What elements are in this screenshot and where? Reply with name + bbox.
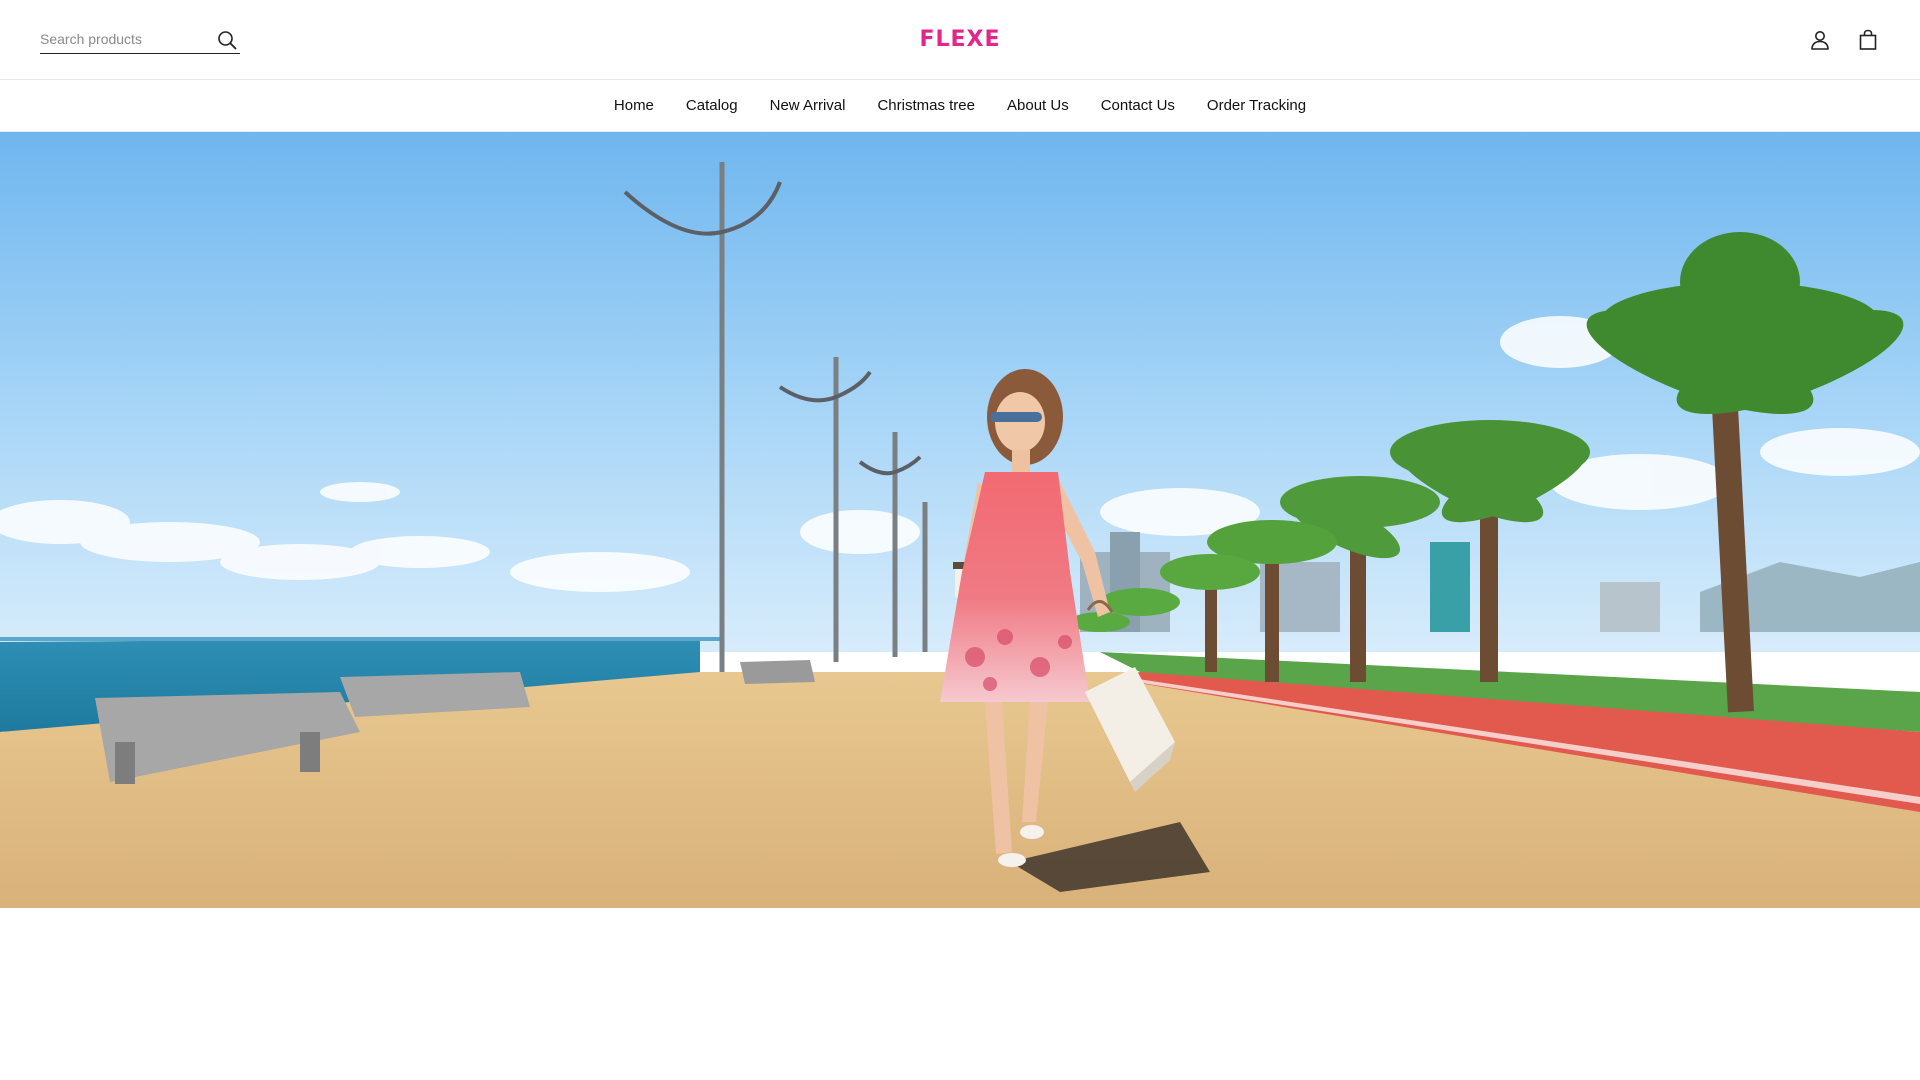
search-bar bbox=[40, 26, 240, 54]
nav-item-catalog[interactable]: Catalog bbox=[686, 97, 738, 114]
hero-banner[interactable] bbox=[0, 132, 1920, 908]
site-header: FLEXE bbox=[0, 0, 1920, 80]
hero-image bbox=[0, 132, 1920, 908]
nav-item-new-arrival[interactable]: New Arrival bbox=[770, 97, 846, 114]
main-navigation: Home Catalog New Arrival Christmas tree … bbox=[0, 80, 1920, 132]
shopping-bag-icon[interactable] bbox=[1856, 28, 1880, 52]
nav-item-home[interactable]: Home bbox=[614, 97, 654, 114]
user-icon[interactable] bbox=[1808, 28, 1832, 52]
nav-item-christmas-tree[interactable]: Christmas tree bbox=[877, 97, 975, 114]
site-logo[interactable]: FLEXE bbox=[860, 22, 1060, 58]
nav-item-contact-us[interactable]: Contact Us bbox=[1101, 97, 1175, 114]
search-input[interactable] bbox=[40, 28, 210, 50]
nav-item-order-tracking[interactable]: Order Tracking bbox=[1207, 97, 1306, 114]
search-icon[interactable] bbox=[216, 29, 238, 51]
nav-item-about-us[interactable]: About Us bbox=[1007, 97, 1069, 114]
